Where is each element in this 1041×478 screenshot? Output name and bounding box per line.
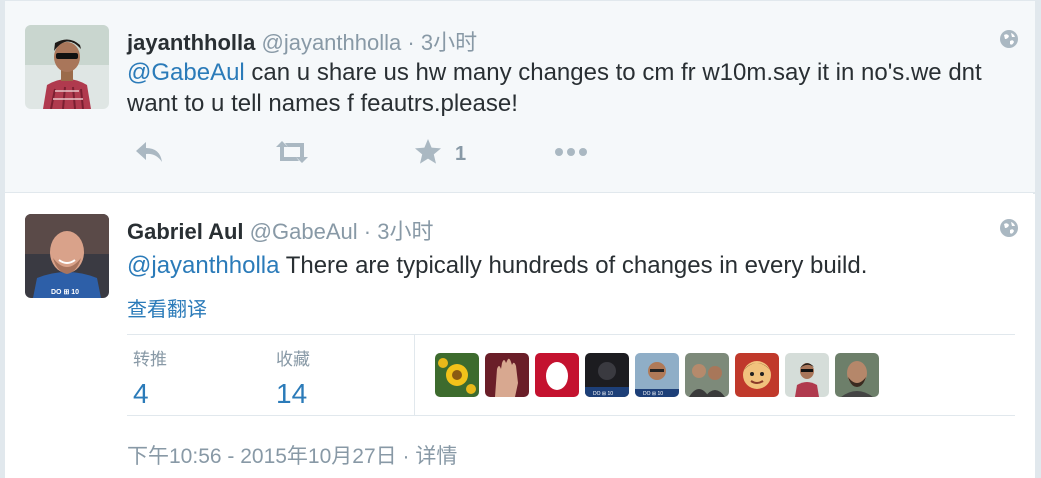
favoriter-avatar[interactable] bbox=[835, 353, 879, 397]
svg-text:DO ⊞ 10: DO ⊞ 10 bbox=[593, 391, 613, 397]
favoriter-avatar[interactable] bbox=[535, 353, 579, 397]
reply-tweet-header: jayanthholla @jayanthholla · 3小时 bbox=[127, 25, 477, 57]
tweet-body: can u share us hw many changes to cm fr … bbox=[127, 59, 982, 117]
tweet-time[interactable]: 3小时 bbox=[377, 219, 433, 244]
timeline-frame: jayanthholla @jayanthholla · 3小时 @GabeAu… bbox=[4, 0, 1035, 478]
meta-separator: · bbox=[402, 445, 410, 468]
tweet-body: There are typically hundreds of changes … bbox=[279, 252, 868, 279]
translate-link[interactable]: 查看翻译 bbox=[127, 293, 207, 322]
retweets-count[interactable]: 4 bbox=[133, 378, 167, 410]
globe-icon bbox=[999, 218, 1019, 238]
favoriter-avatar[interactable] bbox=[685, 353, 729, 397]
reply-icon[interactable] bbox=[133, 137, 165, 167]
reply-tweet[interactable]: jayanthholla @jayanthholla · 3小时 @GabeAu… bbox=[5, 0, 1035, 193]
favoriter-avatar[interactable] bbox=[785, 353, 829, 397]
tweet-timestamp[interactable]: 下午10:56 - 2015年10月27日 bbox=[127, 445, 397, 468]
favoriter-avatar[interactable]: DO ⊞ 10 bbox=[635, 353, 679, 397]
stats-divider bbox=[414, 335, 415, 415]
tweet-text: @jayanthholla There are typically hundre… bbox=[127, 250, 1007, 281]
favorites-stat[interactable]: 收藏 14 bbox=[276, 345, 310, 410]
svg-text:DO ⊞ 10: DO ⊞ 10 bbox=[51, 289, 79, 296]
favorite-count[interactable]: 1 bbox=[455, 143, 466, 166]
tweet-meta: 下午10:56 - 2015年10月27日 · 详情 bbox=[127, 440, 457, 470]
tweet-time[interactable]: 3小时 bbox=[421, 30, 477, 55]
favoriter-avatar[interactable]: DO ⊞ 10 bbox=[585, 353, 629, 397]
mention-link[interactable]: @GabeAul bbox=[127, 59, 245, 86]
tweet-text: @GabeAul can u share us hw many changes … bbox=[127, 57, 1007, 119]
more-icon[interactable] bbox=[553, 137, 589, 167]
retweets-label: 转推 bbox=[133, 350, 167, 369]
main-tweet: DO ⊞ 10 Gabriel Aul @GabeAul · 3小时 @jaya… bbox=[5, 194, 1035, 478]
header-separator: · bbox=[407, 30, 415, 55]
main-tweet-header: Gabriel Aul @GabeAul · 3小时 bbox=[127, 214, 433, 246]
author-username[interactable]: @jayanthholla bbox=[261, 30, 401, 55]
author-fullname[interactable]: jayanthholla bbox=[127, 30, 255, 55]
header-separator: · bbox=[363, 219, 372, 244]
favorites-label: 收藏 bbox=[276, 350, 310, 369]
avatar-jayanthholla[interactable] bbox=[25, 25, 109, 109]
retweets-stat[interactable]: 转推 4 bbox=[133, 345, 167, 410]
author-username[interactable]: @GabeAul bbox=[250, 219, 358, 244]
svg-text:DO ⊞ 10: DO ⊞ 10 bbox=[643, 391, 663, 397]
avatar-gabeaul[interactable]: DO ⊞ 10 bbox=[25, 214, 109, 298]
retweet-icon[interactable] bbox=[273, 137, 311, 167]
tweet-stats: 转推 4 收藏 14 DO ⊞ 10 DO ⊞ 10 bbox=[127, 334, 1015, 416]
mention-link[interactable]: @jayanthholla bbox=[127, 252, 279, 279]
favorites-count[interactable]: 14 bbox=[276, 378, 310, 410]
favoriter-avatar[interactable] bbox=[435, 353, 479, 397]
details-link[interactable]: 详情 bbox=[415, 445, 457, 468]
author-fullname[interactable]: Gabriel Aul bbox=[127, 219, 244, 244]
globe-icon bbox=[999, 29, 1019, 49]
favoriter-avatar[interactable] bbox=[735, 353, 779, 397]
favoriter-avatar[interactable] bbox=[485, 353, 529, 397]
favorite-icon[interactable] bbox=[413, 137, 443, 167]
